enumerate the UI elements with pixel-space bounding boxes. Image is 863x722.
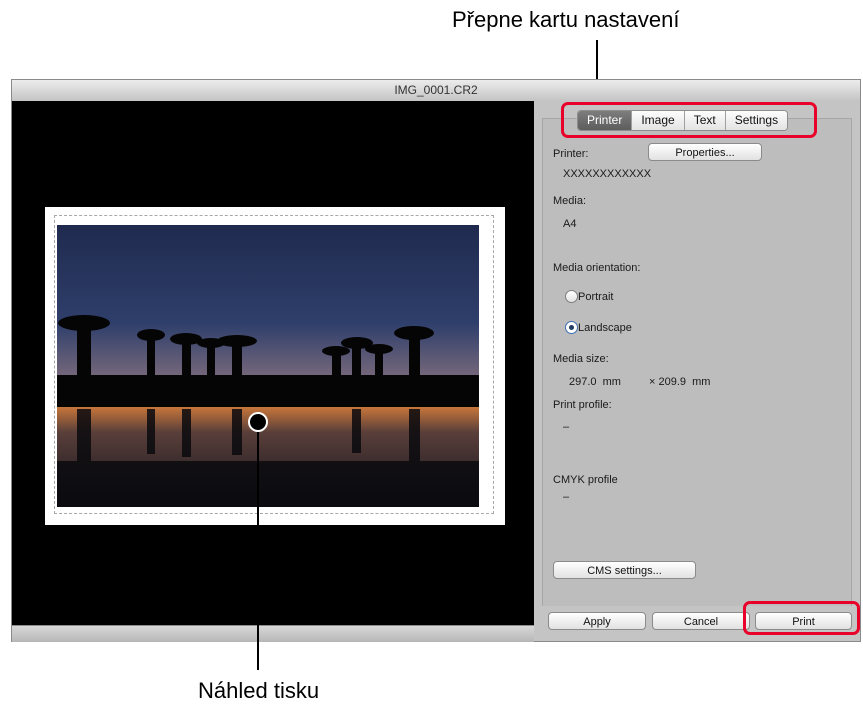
media-height-value: × 209.9 mm: [649, 376, 711, 388]
preview-marker-dot: [248, 412, 268, 432]
callout-print-preview: Náhled tisku: [198, 678, 320, 703]
window-title: IMG_0001.CR2: [12, 80, 860, 102]
media-value: A4: [563, 218, 577, 230]
settings-panel: Printer Image Text Settings Printer: Pro…: [534, 101, 860, 606]
cancel-button[interactable]: Cancel: [652, 612, 750, 630]
cms-settings-button[interactable]: CMS settings...: [553, 561, 696, 579]
preview-bottom-bar: [12, 625, 534, 642]
print-preview-area: [12, 101, 534, 625]
media-width-value: 297.0 mm: [569, 376, 621, 388]
properties-button[interactable]: Properties...: [648, 143, 762, 161]
preview-photo: [57, 225, 479, 507]
cmyk-profile-label: CMYK profile: [553, 474, 618, 486]
print-window: IMG_0001.CR2 Printer Image Text Settings…: [11, 79, 861, 642]
tab-bar-highlight: [561, 102, 817, 138]
callout-settings-tab: Přepne kartu nastavení: [452, 7, 680, 32]
print-preview-paper: [45, 207, 505, 525]
media-size-label: Media size:: [553, 353, 609, 365]
print-button-highlight: [743, 601, 860, 635]
portrait-label: Portrait: [578, 291, 614, 303]
print-profile-value: –: [563, 421, 570, 433]
apply-button[interactable]: Apply: [548, 612, 646, 630]
callout-leader-bottom: [257, 432, 259, 670]
print-profile-label: Print profile:: [553, 399, 612, 411]
printer-label: Printer:: [553, 148, 589, 160]
cmyk-profile-value: –: [563, 491, 570, 503]
landscape-label: Landscape: [578, 322, 632, 334]
media-orientation-label: Media orientation:: [553, 262, 641, 274]
portrait-radio[interactable]: [565, 290, 578, 303]
printer-name: XXXXXXXXXXXX: [563, 168, 652, 180]
media-label: Media:: [553, 195, 587, 207]
landscape-radio[interactable]: [565, 321, 578, 334]
